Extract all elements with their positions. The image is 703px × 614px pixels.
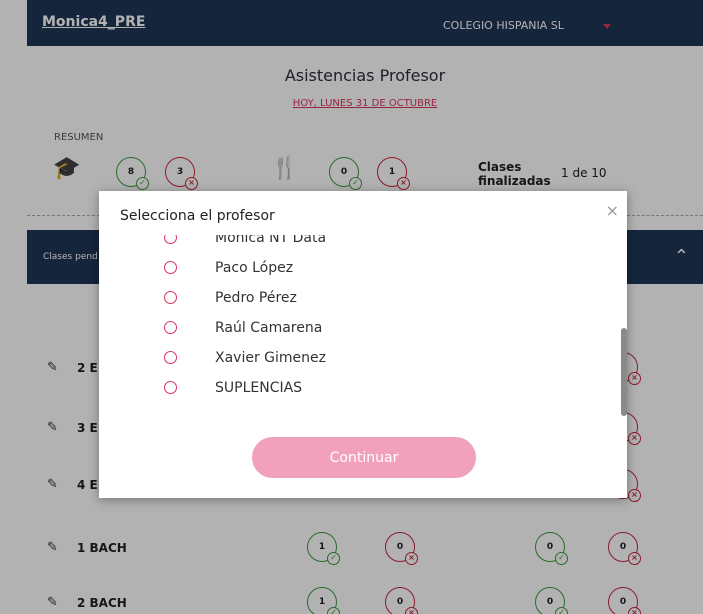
- teacher-option[interactable]: Monica NT Data: [99, 235, 627, 253]
- radio-button[interactable]: [164, 235, 177, 244]
- teacher-name: Paco López: [215, 260, 294, 276]
- close-icon[interactable]: ×: [606, 201, 619, 220]
- continue-button[interactable]: Continuar: [252, 437, 476, 478]
- radio-button[interactable]: [164, 261, 177, 274]
- teacher-option[interactable]: Raúl Camarena: [99, 313, 627, 343]
- teacher-option[interactable]: Pedro Pérez: [99, 283, 627, 313]
- teacher-name: Raúl Camarena: [215, 320, 323, 336]
- teacher-name: Xavier Gimenez: [215, 350, 326, 366]
- teacher-option[interactable]: SUPLENCIAS: [99, 373, 627, 403]
- radio-button[interactable]: [164, 291, 177, 304]
- teacher-select-modal: Selecciona el profesor × Monica NT Data …: [99, 191, 627, 498]
- modal-title: Selecciona el profesor: [120, 208, 275, 224]
- teacher-name: SUPLENCIAS: [215, 380, 303, 396]
- teacher-name: Monica NT Data: [215, 235, 327, 246]
- teacher-list[interactable]: Monica NT Data Paco López Pedro Pérez Ra…: [99, 235, 627, 405]
- radio-button[interactable]: [164, 381, 177, 394]
- radio-button[interactable]: [164, 321, 177, 334]
- teacher-option[interactable]: Xavier Gimenez: [99, 343, 627, 373]
- teacher-name: Pedro Pérez: [215, 290, 297, 306]
- radio-button[interactable]: [164, 351, 177, 364]
- teacher-option[interactable]: Paco López: [99, 253, 627, 283]
- scrollbar-thumb[interactable]: [621, 328, 627, 416]
